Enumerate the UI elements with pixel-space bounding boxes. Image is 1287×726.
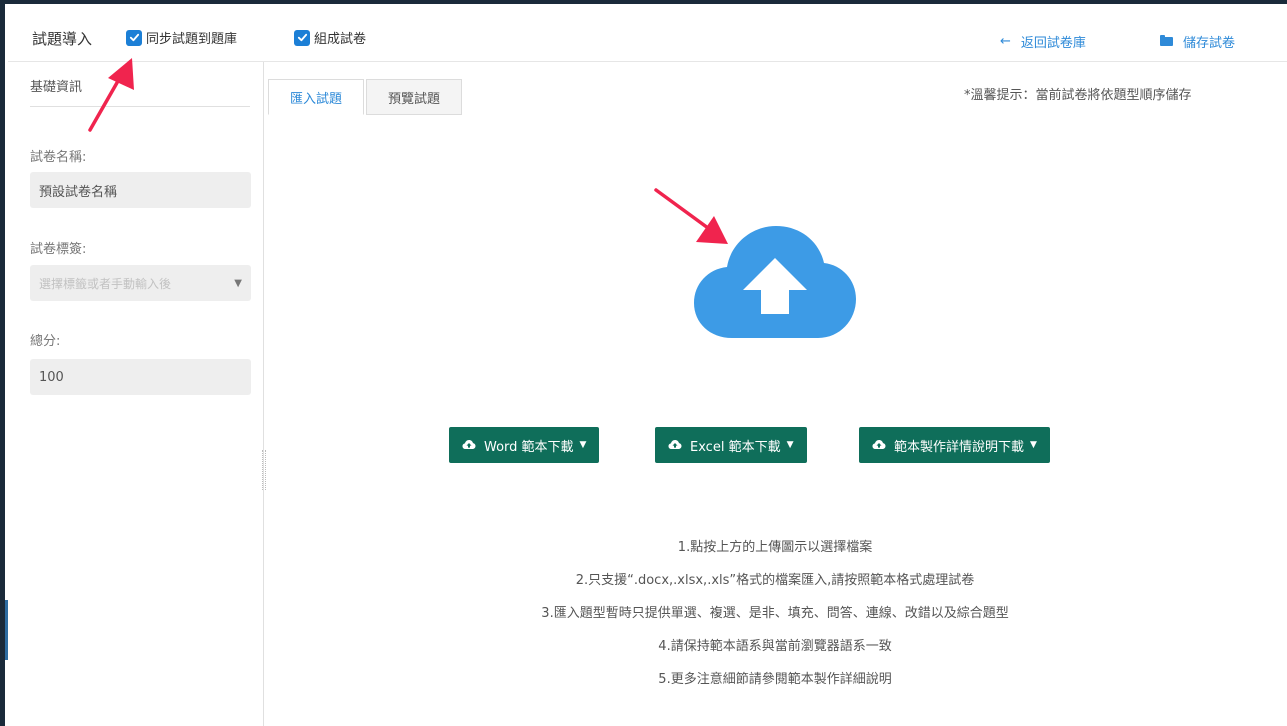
header-bar: 試題導入 同步試題到題庫 組成試卷 ← 返回試卷庫 儲存試卷	[8, 4, 1287, 62]
sync-to-bank-checkbox[interactable]: 同步試題到題庫	[126, 28, 237, 47]
total-score-input[interactable]: 100	[30, 359, 251, 395]
instruction-item: 2.只支援“.docx,.xlsx,.xls”格式的檔案匯入,請按照範本格式處理…	[575, 573, 975, 588]
paper-name-value: 預設試卷名稱	[39, 184, 118, 200]
app-window: 試題導入 同步試題到題庫 組成試卷 ← 返回試卷庫 儲存試卷 基礎資訊 試卷名稱…	[0, 0, 1287, 726]
panel-splitter[interactable]	[262, 450, 266, 490]
total-score-label: 總分:	[30, 334, 61, 349]
instruction-item: 5.更多注意細節請參閱範本製作詳細說明	[658, 672, 892, 687]
cloud-download-icon	[872, 440, 886, 449]
chevron-down-icon: ▼	[234, 277, 242, 289]
tab-import-questions[interactable]: 匯入試題	[268, 79, 365, 115]
upload-cloud-icon[interactable]	[694, 226, 856, 338]
word-template-label: Word 範本下載	[484, 439, 574, 455]
instruction-item: 3.匯入題型暫時只提供單選、複選、是非、填充、問答、連線、改錯以及綜合題型	[541, 606, 1009, 621]
chevron-down-icon: ▼	[579, 440, 587, 450]
template-guide-label: 範本製作詳情說明下載	[894, 439, 1025, 455]
basic-info-panel: 基礎資訊 試卷名稱: 預設試卷名稱 試卷標簽: 選擇標籤或者手動輸入後 ▼ 總分…	[8, 62, 264, 726]
cloud-download-icon	[668, 440, 682, 449]
excel-template-download-button[interactable]: Excel 範本下載 ▼	[655, 427, 807, 463]
sync-to-bank-label[interactable]: 同步試題到題庫	[146, 28, 237, 47]
chevron-down-icon: ▼	[1030, 440, 1037, 450]
excel-template-label: Excel 範本下載	[690, 439, 781, 455]
instruction-item: 1.點按上方的上傳圖示以選擇檔案	[677, 540, 873, 555]
chevron-down-icon: ▼	[786, 440, 794, 450]
total-score-value: 100	[39, 369, 64, 385]
arrow-left-icon: ←	[1000, 34, 1011, 49]
word-template-download-button[interactable]: Word 範本下載 ▼	[449, 427, 600, 463]
checkbox-checked-icon[interactable]	[126, 29, 142, 46]
template-guide-download-button[interactable]: 範本製作詳情說明下載 ▼	[859, 427, 1050, 463]
compose-paper-label[interactable]: 組成試卷	[314, 28, 366, 47]
tip-text: *溫馨提示：當前試卷將依題型順序儲存	[964, 88, 1192, 103]
paper-tag-label: 試卷標簽:	[30, 242, 87, 257]
basic-info-heading: 基礎資訊	[30, 80, 83, 95]
save-paper-link[interactable]: 儲存試卷	[1160, 32, 1235, 51]
paper-name-label: 試卷名稱:	[30, 150, 87, 165]
import-instructions: 1.點按上方的上傳圖示以選擇檔案 2.只支援“.docx,.xlsx,.xls”…	[300, 536, 1250, 701]
back-to-library-link[interactable]: ← 返回試卷庫	[1000, 32, 1086, 51]
compose-paper-checkbox[interactable]: 組成試卷	[294, 28, 366, 47]
paper-tag-placeholder: 選擇標籤或者手動輸入後	[39, 276, 172, 291]
tab-bar: 匯入試題 預覽試題	[268, 79, 464, 115]
cloud-download-icon	[462, 440, 476, 449]
divider	[30, 106, 250, 107]
page-title: 試題導入	[32, 30, 93, 48]
instruction-item: 4.請保持範本語系與當前瀏覽器語系一致	[658, 639, 892, 654]
paper-tag-select[interactable]: 選擇標籤或者手動輸入後 ▼	[30, 265, 251, 301]
back-to-library-label: 返回試卷庫	[1020, 36, 1086, 51]
paper-name-input[interactable]: 預設試卷名稱	[30, 172, 251, 208]
tab-preview-questions[interactable]: 預覽試題	[366, 79, 463, 115]
save-paper-label: 儲存試卷	[1183, 36, 1236, 51]
checkbox-checked-icon[interactable]	[294, 29, 310, 46]
folder-icon	[1160, 35, 1173, 46]
